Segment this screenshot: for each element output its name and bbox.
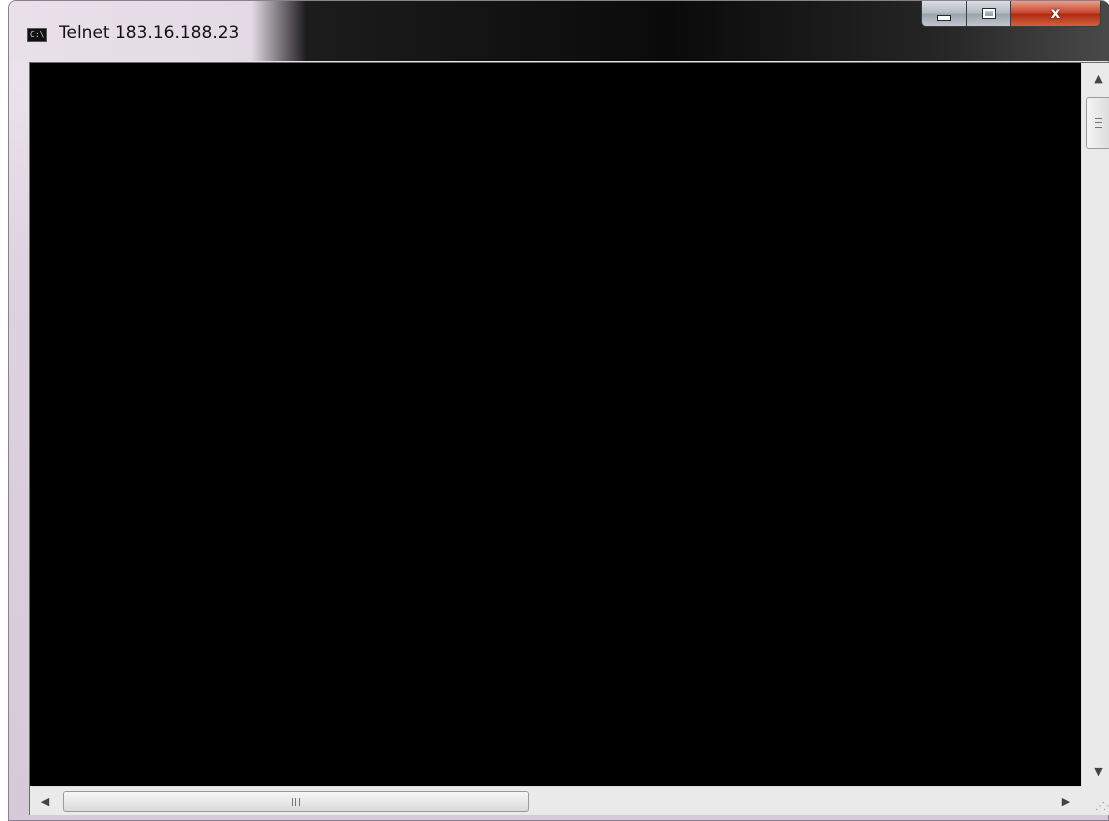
vertical-scroll-thumb[interactable]: [1086, 97, 1109, 149]
close-icon: x: [1050, 4, 1061, 22]
scroll-down-arrow-icon[interactable]: ▼: [1082, 756, 1109, 786]
grip-icon: [292, 797, 300, 806]
vertical-scrollbar[interactable]: ▲ ▼: [1081, 63, 1109, 786]
horizontal-scrollbar[interactable]: ◀ ▶: [30, 786, 1081, 815]
minimize-button[interactable]: [921, 1, 967, 27]
maximize-icon: [981, 8, 996, 19]
window-client-area: ▲ ▼ ◀ ▶ ⋰⋰: [29, 62, 1109, 815]
resize-grip-icon: ⋰⋰: [1095, 801, 1109, 812]
console-icon-glyph: C:\: [30, 30, 45, 39]
console-icon[interactable]: C:\: [27, 28, 47, 42]
scroll-right-arrow-icon[interactable]: ▶: [1051, 787, 1081, 815]
window-frame: C:\ Telnet 183.16.188.23 x ▲ ▼ ◀ ▶ ⋰⋰: [8, 0, 1109, 821]
scroll-left-arrow-icon[interactable]: ◀: [30, 787, 60, 815]
console-output[interactable]: [30, 63, 1081, 786]
minimize-icon: [937, 14, 951, 21]
resize-grip[interactable]: ⋰⋰: [1081, 786, 1109, 815]
title-bar[interactable]: C:\ Telnet 183.16.188.23 x: [9, 1, 1108, 61]
horizontal-scroll-thumb[interactable]: [63, 791, 529, 812]
grip-icon: [1095, 118, 1102, 128]
caption-buttons: x: [921, 1, 1101, 27]
scroll-up-arrow-icon[interactable]: ▲: [1082, 63, 1109, 93]
close-button[interactable]: x: [1011, 1, 1101, 27]
window-title: Telnet 183.16.188.23: [59, 23, 240, 43]
maximize-button[interactable]: [967, 1, 1011, 27]
